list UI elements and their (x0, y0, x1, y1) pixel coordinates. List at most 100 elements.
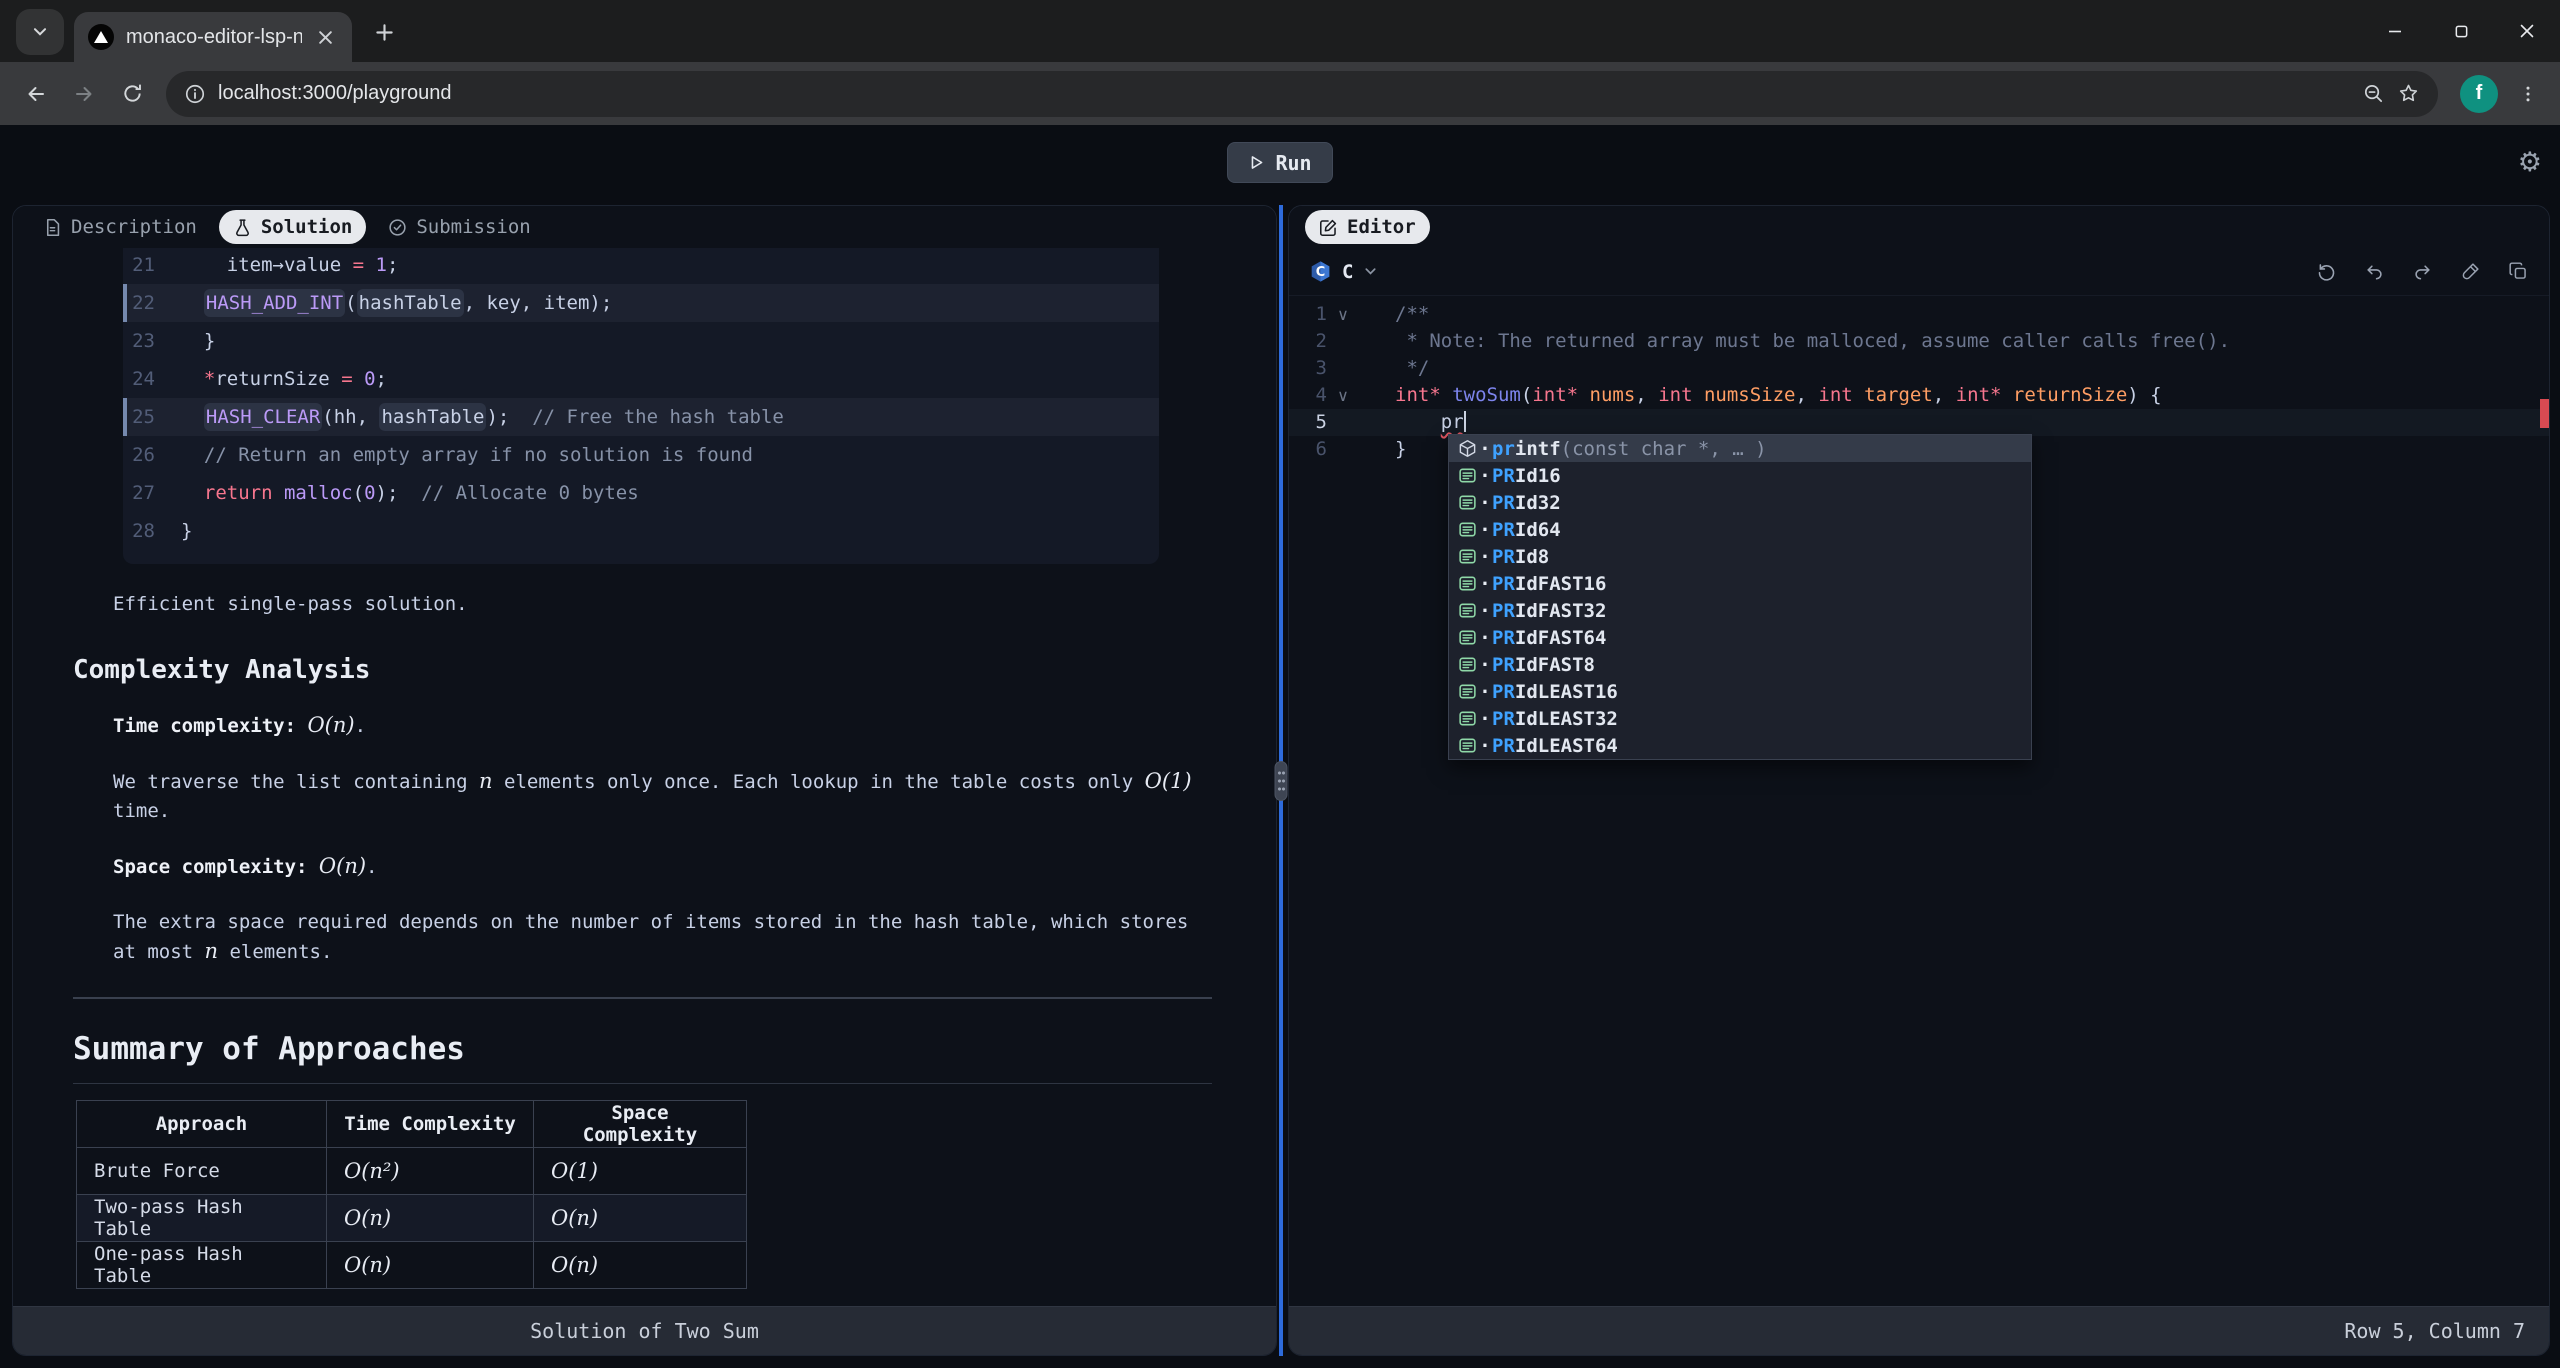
tab-submission[interactable]: Submission (374, 210, 544, 244)
complexity-analysis-heading: Complexity Analysis (73, 655, 1212, 685)
tab-description[interactable]: Description (29, 210, 211, 244)
tab-close-icon[interactable] (314, 23, 338, 51)
editor-line-number: 4 (1289, 382, 1327, 409)
editor-code-line[interactable]: 1 /** (1289, 301, 2549, 328)
suggestion-match-text: PR (1492, 519, 1515, 541)
url-text[interactable]: localhost:3000/playground (218, 82, 2350, 105)
editor-line-number: 1 (1289, 301, 1327, 328)
suggestion-item[interactable]: PR IdLEAST16 (1449, 678, 2031, 705)
doc-code-line: 24 *returnSize = 0; (123, 360, 1159, 398)
editor-line-code: /** (1359, 301, 1429, 328)
suggestion-item[interactable]: PR IdLEAST64 (1449, 732, 2031, 759)
back-button[interactable] (14, 72, 58, 116)
panel-resize-divider[interactable] (1279, 205, 1283, 1356)
doc-code-line: 21 item→value = 1; (123, 248, 1159, 284)
suggestion-item[interactable]: PR Id8 (1449, 543, 2031, 570)
browser-window: monaco-editor-lsp-next (0, 0, 2560, 1368)
plus-icon (375, 23, 394, 42)
suggestion-item[interactable]: PR IdFAST8 (1449, 651, 2031, 678)
suggestion-item[interactable]: PR Id16 (1449, 462, 2031, 489)
zoom-indicator-icon[interactable] (2362, 82, 2385, 105)
address-bar[interactable]: localhost:3000/playground (166, 71, 2438, 117)
close-window-button[interactable] (2494, 0, 2560, 62)
suggestion-item[interactable]: pr intf (const char *, … ) (1449, 435, 2031, 462)
cell-time-complexity: O(n) (327, 1242, 534, 1289)
editor-footer: Row 5, Column 7 (1289, 1306, 2549, 1355)
reset-code-button[interactable] (2316, 261, 2337, 282)
suggestion-item[interactable]: PR Id64 (1449, 516, 2031, 543)
language-selector[interactable]: C C (1309, 260, 1378, 283)
fold-chevron-icon[interactable] (1327, 409, 1359, 436)
tab-title: monaco-editor-lsp-next (126, 26, 302, 49)
tab-search-button[interactable] (16, 9, 64, 55)
site-info-icon[interactable] (184, 83, 206, 105)
reload-button[interactable] (110, 72, 154, 116)
fold-chevron-icon[interactable] (1327, 328, 1359, 355)
text-suggestion-icon (1456, 601, 1478, 620)
solution-footer: Solution of Two Sum (13, 1306, 1276, 1355)
doc-code-line: 28 } (123, 512, 1159, 550)
editor-code-line[interactable]: 2 * Note: The returned array must be mal… (1289, 328, 2549, 355)
browser-toolbar: localhost:3000/playground f (0, 62, 2560, 125)
doc-line-code: return malloc(0); // Allocate 0 bytes (181, 474, 639, 512)
editor-line-code: * Note: The returned array must be mallo… (1359, 328, 2230, 355)
fold-chevron-icon[interactable] (1327, 436, 1359, 463)
editor-code-line[interactable]: 4 int* twoSum(int* nums, int numsSize, i… (1289, 382, 2549, 409)
tab-editor-label: Editor (1347, 216, 1416, 238)
suggestion-item[interactable]: PR Id32 (1449, 489, 2031, 516)
suggestion-label: Id32 (1515, 492, 1561, 514)
suggestion-bullet (1478, 438, 1492, 460)
back-icon (24, 82, 48, 106)
editor-code-line[interactable]: 5 pr (1289, 409, 2549, 436)
monaco-editor[interactable]: 1 /** 2 * Note: The returned array must … (1289, 296, 2549, 1306)
format-code-button[interactable] (2460, 261, 2481, 282)
solution-document[interactable]: 21 item→value = 1; 22 HASH_ADD_INT(hashT… (13, 248, 1276, 1306)
suggestion-item[interactable]: PR IdLEAST32 (1449, 705, 2031, 732)
cell-space-complexity: O(1) (534, 1148, 747, 1195)
editor-panel: Editor C C (1288, 205, 2550, 1356)
doc-code-block: 21 item→value = 1; 22 HASH_ADD_INT(hashT… (123, 248, 1159, 564)
settings-gear-icon[interactable]: ⚙ (2518, 147, 2542, 178)
fold-chevron-icon[interactable] (1327, 355, 1359, 382)
suggestion-label: IdLEAST64 (1515, 735, 1618, 757)
text-suggestion-icon (1456, 520, 1478, 539)
fold-chevron-icon[interactable] (1327, 301, 1359, 328)
close-icon (2519, 23, 2535, 39)
suggestion-bullet (1478, 492, 1492, 514)
suggestion-item[interactable]: PR IdFAST64 (1449, 624, 2031, 651)
tab-submission-label: Submission (416, 216, 530, 238)
text-suggestion-icon (1456, 547, 1478, 566)
suggestion-bullet (1478, 735, 1492, 757)
bookmark-star-icon[interactable] (2397, 82, 2420, 105)
text-suggestion-icon (1456, 682, 1478, 701)
suggestion-item[interactable]: PR IdFAST32 (1449, 597, 2031, 624)
new-tab-button[interactable] (364, 12, 404, 52)
suggestion-bullet (1478, 600, 1492, 622)
document-icon (43, 218, 62, 237)
resize-grip-handle[interactable] (1275, 761, 1288, 801)
maximize-button[interactable] (2428, 0, 2494, 62)
suggestion-match-text: PR (1492, 708, 1515, 730)
suggestion-item[interactable]: PR IdFAST16 (1449, 570, 2031, 597)
doc-line-code: HASH_ADD_INT(hashTable, key, item); (181, 284, 612, 322)
profile-avatar[interactable]: f (2460, 75, 2498, 113)
editor-code-line[interactable]: 3 */ (1289, 355, 2549, 382)
suggestion-label: IdFAST32 (1515, 600, 1607, 622)
run-button[interactable]: Run (1227, 142, 1332, 183)
table-header-row: Approach Time Complexity Space Complexit… (77, 1101, 747, 1148)
forward-button[interactable] (62, 72, 106, 116)
minimize-button[interactable] (2362, 0, 2428, 62)
tab-solution[interactable]: Solution (219, 210, 367, 244)
solution-panel: Description Solution Submission 21 item→… (12, 205, 1277, 1356)
tab-editor[interactable]: Editor (1305, 210, 1430, 244)
browser-menu-button[interactable] (2510, 72, 2546, 116)
reset-icon (2316, 261, 2337, 282)
fold-chevron-icon[interactable] (1327, 382, 1359, 409)
copy-code-button[interactable] (2508, 261, 2529, 282)
browser-tab[interactable]: monaco-editor-lsp-next (74, 12, 352, 62)
language-label: C (1342, 261, 1353, 283)
redo-button[interactable] (2412, 261, 2433, 282)
suggestion-label: IdLEAST16 (1515, 681, 1618, 703)
undo-button[interactable] (2364, 261, 2385, 282)
right-panel-tabs: Editor (1289, 206, 2549, 248)
